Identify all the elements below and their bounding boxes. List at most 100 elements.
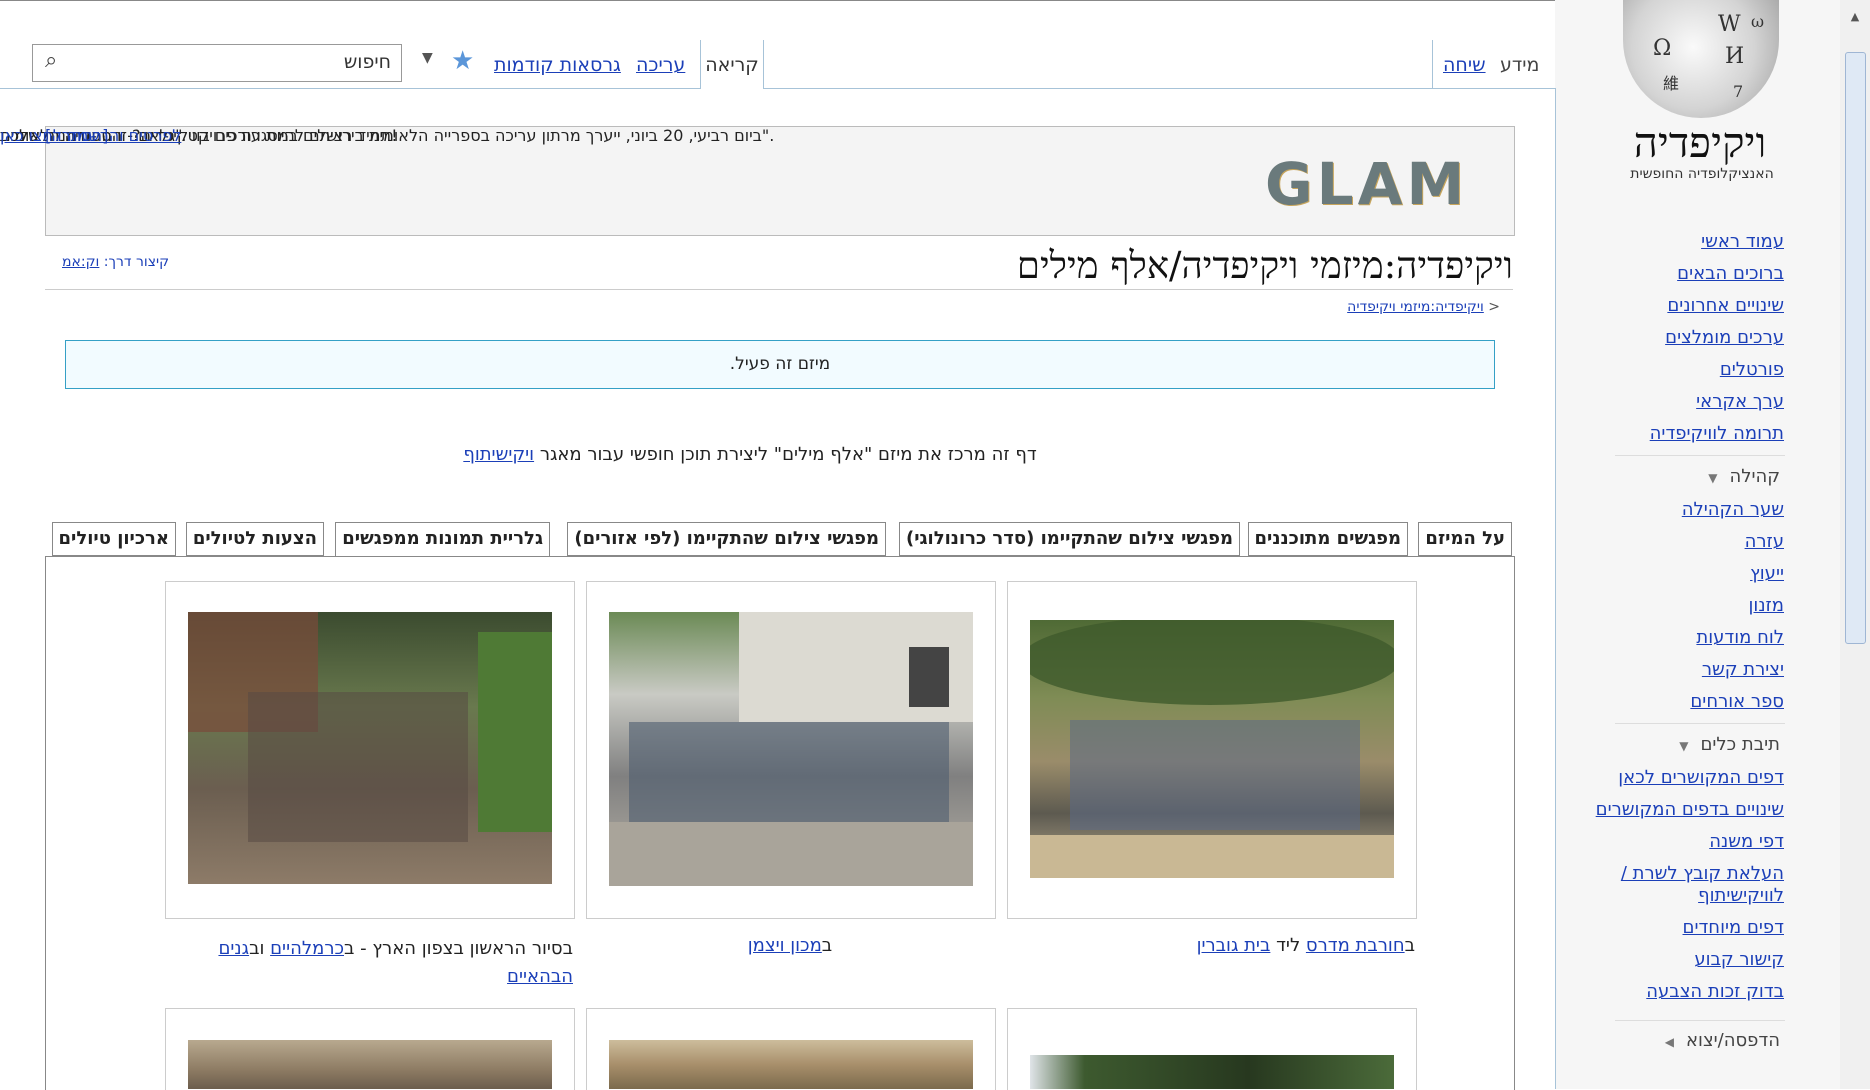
caption-link[interactable]: חורבת מדרס (1306, 935, 1405, 956)
page-title: ויקיפדיה:מיזמי ויקיפדיה/אלף מילים (1016, 244, 1513, 287)
group-photo-illustration (1030, 620, 1394, 878)
commons-link[interactable]: ויקישיתוף (463, 444, 534, 465)
gallery-photo-madras[interactable] (1030, 620, 1394, 878)
sidebar-section-print[interactable]: הדפסה/יצוא ◀ (1665, 1030, 1780, 1051)
shortcut-label: קיצור דרך: (103, 254, 170, 270)
scrollbar-thumb[interactable] (1845, 52, 1866, 644)
logo-glyph: 維 (1663, 74, 1680, 93)
search-input[interactable]: חיפוש (344, 51, 391, 73)
project-tab-by-region[interactable]: מפגשי צילום שהתקיימו (לפי אזורים) (567, 522, 886, 556)
sidebar-link[interactable]: העלאת קובץ לשרת / לוויקישיתוף (1554, 858, 1784, 912)
expand-triangle-icon: ◀ (1664, 1035, 1675, 1049)
group-photo-illustration (609, 612, 973, 886)
sidebar-link[interactable]: ערך אקראי (1650, 386, 1784, 418)
sidebar-divider (1615, 1020, 1785, 1021)
caption-text: ב (1404, 935, 1415, 956)
gallery-caption: בחורבת מדרס ליד בית גוברין (1007, 935, 1415, 956)
sidebar-divider (1615, 723, 1785, 724)
sidebar-tools-links: דפים המקושרים לכאן שינויים בדפים המקושרי… (1554, 762, 1784, 1008)
sidebar-navigation: עמוד ראשי ברוכים הבאים שינויים אחרונים ע… (1650, 226, 1784, 450)
gallery-caption: במכון ויצמן (586, 935, 994, 956)
tab-talk[interactable]: שיחה (1432, 40, 1486, 88)
sidebar-link[interactable]: דפים המקושרים לכאן (1554, 762, 1784, 794)
caption-link[interactable]: כרמלהיים (270, 938, 344, 959)
tab-info[interactable]: מידע (1500, 40, 1539, 88)
sidebar-link[interactable]: עמוד ראשי (1650, 226, 1784, 258)
shortcut-link[interactable]: וק:אמ (62, 254, 99, 270)
gallery-photo[interactable] (1030, 1055, 1394, 1089)
logo-glyph: ω (1751, 12, 1765, 31)
gallery-photo[interactable] (188, 1040, 552, 1089)
sidebar-section-tools[interactable]: תיבת כלים ▼ (1679, 734, 1780, 755)
caption-link[interactable]: בית גוברין (1197, 935, 1271, 956)
gallery-caption: בסיור הראשון בצפון הארץ - בכרמלהיים ובגנ… (165, 935, 573, 991)
sidebar-divider (1615, 455, 1785, 456)
banner-hide[interactable]: [הסתרה] (45, 126, 108, 145)
collapse-triangle-icon: ▼ (1679, 739, 1689, 753)
group-photo-illustration (188, 612, 552, 842)
page-description: דף זה מרכז את מיזם "אלף מילים" ליצירת תו… (300, 444, 1200, 465)
project-tab-gallery[interactable]: גלריית תמונות ממפגשים (335, 522, 550, 557)
sidebar-link[interactable]: ספר אורחים (1682, 686, 1784, 718)
search-box[interactable]: חיפוש ⌕ (32, 44, 402, 82)
sidebar-link[interactable]: דפים מיוחדים (1554, 912, 1784, 944)
sidebar-link[interactable]: ברוכים הבאים (1650, 258, 1784, 290)
title-divider (45, 289, 1513, 290)
caption-text: וב (249, 938, 271, 959)
project-tab-chronological[interactable]: מפגשי צילום שהתקיימו (סדר כרונולוגי) (898, 522, 1240, 556)
project-tab-planned[interactable]: מפגשים מתוכננים (1247, 522, 1408, 556)
gallery-photo-carmelheim[interactable] (188, 612, 552, 884)
more-dropdown-icon[interactable]: ▼ (422, 50, 433, 66)
description-text: דף זה מרכז את מיזם "אלף מילים" ליצירת תו… (539, 444, 1037, 465)
tab-history[interactable]: גרסאות קודמות (494, 40, 621, 88)
shortcut: קיצור דרך: וק:אמ (62, 254, 169, 270)
sidebar-link[interactable]: ערכים מומלצים (1650, 322, 1784, 354)
sidebar-link[interactable]: שער הקהילה (1682, 494, 1784, 526)
logo-glyph: Ω (1653, 36, 1672, 61)
tabs-underline (0, 88, 1555, 89)
glam-logo: GLAM (1265, 150, 1469, 218)
sidebar-link[interactable]: תרומה לוויקיפדיה (1650, 418, 1784, 450)
tab-read[interactable]: קריאה (700, 40, 764, 89)
gallery-photo[interactable] (609, 1040, 973, 1089)
sidebar-link[interactable]: עזרה (1682, 526, 1784, 558)
sidebar-link[interactable]: פורטלים (1650, 354, 1784, 386)
breadcrumb-link[interactable]: ויקיפדיה:מיזמי ויקיפדיה (1347, 299, 1484, 315)
sidebar-link[interactable]: ייעוץ (1682, 558, 1784, 590)
sidebar-link[interactable]: בדוק זכות הצבעה (1554, 976, 1784, 1008)
tab-edit-link[interactable]: עריכה (636, 54, 685, 76)
caption-link[interactable]: מכון ויצמן (748, 935, 822, 956)
scroll-up-arrow-icon[interactable]: ▲ (1846, 10, 1864, 28)
project-tab-about[interactable]: על המיזם (1418, 522, 1512, 556)
watch-star-icon[interactable]: ★ (451, 46, 474, 76)
community-title: קהילה (1729, 466, 1780, 487)
logo-glyph: И (1725, 44, 1745, 69)
sidebar-link[interactable]: יצירת קשר (1682, 654, 1784, 686)
search-icon[interactable]: ⌕ (45, 48, 57, 73)
breadcrumb: < ויקיפדיה:מיזמי ויקיפדיה (1347, 299, 1500, 315)
tab-talk-link[interactable]: שיחה (1443, 54, 1486, 76)
sidebar-link[interactable]: דפי משנה (1554, 826, 1784, 858)
tools-title: תיבת כלים (1700, 734, 1780, 755)
breadcrumb-arrow: < (1488, 299, 1500, 315)
project-tab-suggestions[interactable]: הצעות לטיולים (185, 522, 324, 556)
wikipedia-wordmark[interactable]: ויקיפדיה (1610, 118, 1790, 168)
tab-history-link[interactable]: גרסאות קודמות (494, 54, 621, 76)
project-tab-archive[interactable]: ארכיון טיולים (51, 522, 176, 556)
sidebar-community-links: שער הקהילה עזרה ייעוץ מזנון לוח מודעות י… (1682, 494, 1784, 718)
sidebar-section-community[interactable]: קהילה ▼ (1708, 466, 1780, 487)
gallery-photo-weizmann[interactable] (609, 612, 973, 886)
caption-text: ב (821, 935, 833, 956)
banner-hide-link[interactable]: [הסתרה] (45, 126, 108, 145)
caption-text: בסיור הראשון בצפון הארץ - ב (344, 938, 573, 959)
caption-text: ליד (1270, 935, 1306, 956)
logo-glyph: W (1718, 12, 1741, 37)
sidebar-link[interactable]: שינויים אחרונים (1650, 290, 1784, 322)
collapse-triangle-icon: ▼ (1708, 471, 1718, 485)
tab-edit[interactable]: עריכה (636, 40, 685, 88)
sidebar-link[interactable]: מזנון (1682, 590, 1784, 622)
sidebar-link[interactable]: לוח מודעות (1682, 622, 1784, 654)
sidebar-link[interactable]: שינויים בדפים המקושרים (1554, 794, 1784, 826)
sidebar-link[interactable]: קישור קבוע (1554, 944, 1784, 976)
active-project-notice: מיזם זה פעיל. (65, 340, 1495, 389)
